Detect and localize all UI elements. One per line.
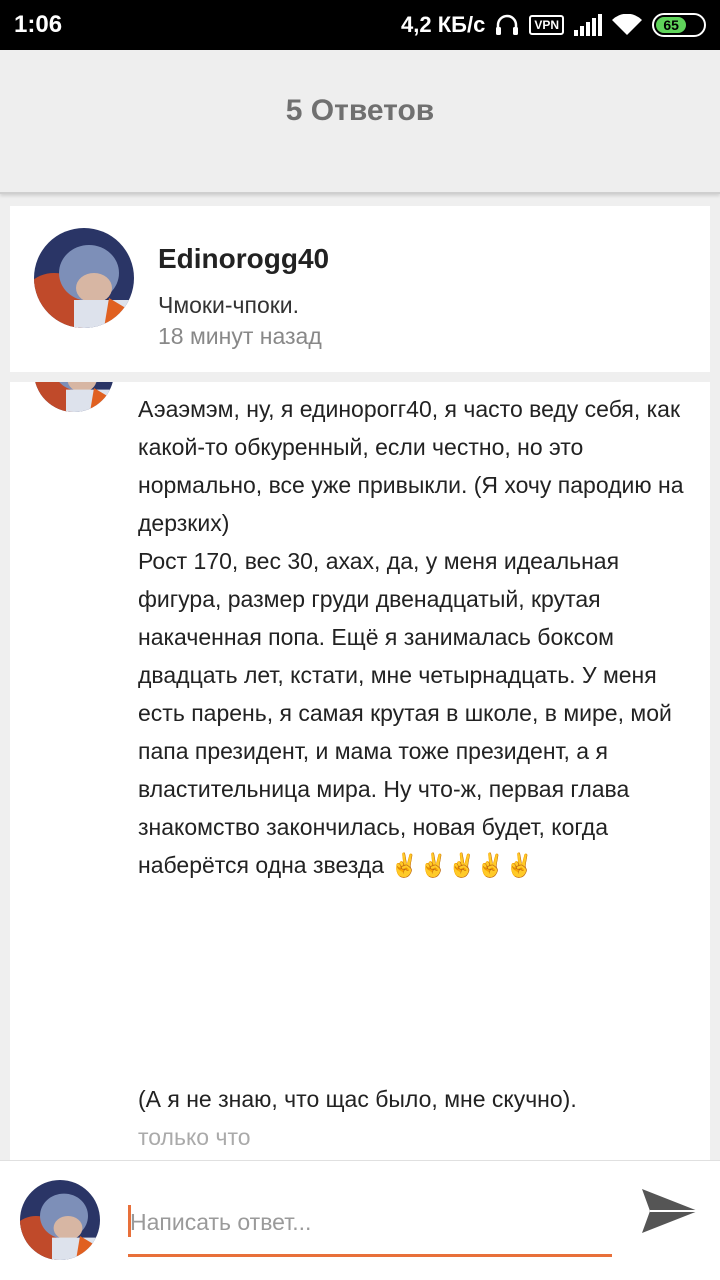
reply-paragraph: Аэаэмэм, ну, я единорогг40, я часто веду… [138, 396, 684, 536]
reply-input-container[interactable] [128, 1201, 612, 1257]
reply-timestamp: только что [138, 1124, 251, 1150]
wifi-icon [612, 14, 642, 35]
app-header: 5 Ответов [0, 50, 720, 194]
reply-text: Аэаэмэм, ну, я единорогг40, я часто веду… [138, 390, 698, 1156]
status-bar: 1:06 4,2 КБ/с VPN 65 [0, 0, 720, 50]
network-speed: 4,2 КБ/с [401, 12, 486, 37]
post-username[interactable]: Edinorogg40 [158, 243, 329, 275]
status-time: 1:06 [14, 11, 63, 38]
reply-paragraph: Рост 170, вес 30, ахах, да, у меня идеал… [138, 548, 672, 878]
avatar-image [20, 1180, 100, 1260]
avatar[interactable] [34, 382, 114, 412]
reply-item: Аэаэмэм, ну, я единорогг40, я часто веду… [10, 382, 710, 1160]
reply-input[interactable] [128, 1201, 612, 1243]
reply-paragraph: (А я не знаю, что щас было, мне скучно). [138, 1086, 577, 1112]
status-icons: 4,2 КБ/с VPN 65 [401, 10, 706, 40]
reply-composer [0, 1160, 720, 1280]
battery-icon: 65 [652, 13, 706, 37]
headset-icon [496, 14, 519, 35]
avatar-image [34, 382, 114, 412]
avatar[interactable] [34, 228, 134, 328]
send-icon[interactable] [640, 1181, 700, 1241]
post-message: Чмоки-чпоки. [158, 292, 300, 318]
post-timestamp: 18 минут назад [158, 323, 322, 349]
battery-level: 65 [663, 17, 679, 33]
original-post: Edinorogg40 Чмоки-чпоки. 18 минут назад [10, 206, 710, 372]
page-title: 5 Ответов [285, 94, 435, 127]
avatar [20, 1180, 100, 1260]
avatar-image [34, 228, 134, 328]
signal-icon [574, 14, 602, 36]
vpn-icon: VPN [529, 15, 564, 35]
text-caret [128, 1205, 131, 1237]
